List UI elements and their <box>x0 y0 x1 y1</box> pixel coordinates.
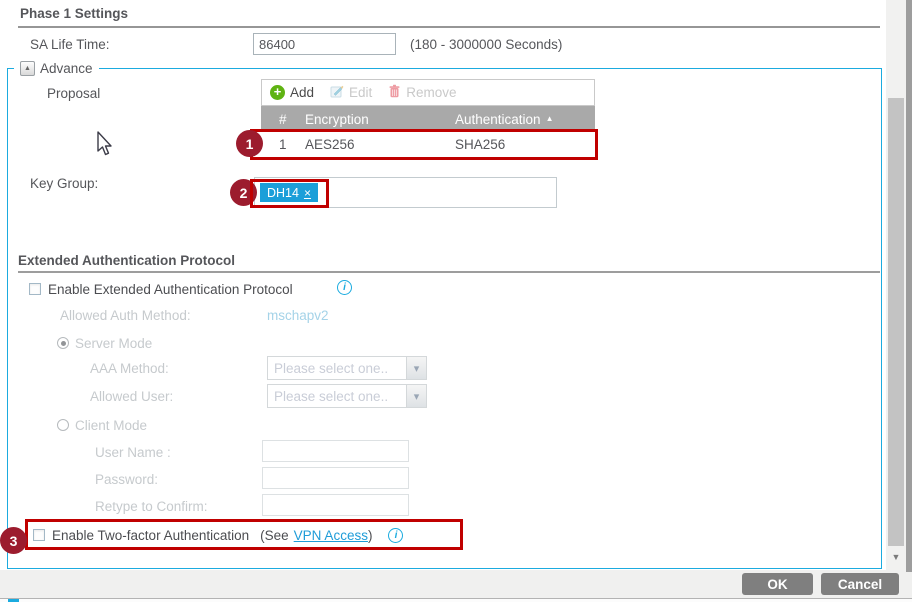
password-label: Password: <box>95 472 158 487</box>
enable-eap-checkbox[interactable] <box>29 283 41 295</box>
dialog-bottom-edge <box>0 598 912 602</box>
see-prefix-text: (See <box>260 528 289 543</box>
collapse-arrow-icon: ▲ <box>24 65 31 72</box>
phase1-settings-dialog: Phase 1 Settings SA Life Time: (180 - 30… <box>0 0 912 602</box>
allowed-user-selected-value: Please select one.. <box>268 389 406 404</box>
sort-ascending-icon: ▲ <box>546 115 554 123</box>
edit-pencil-icon <box>330 84 344 101</box>
annotation-badge-1: 1 <box>236 130 263 157</box>
aaa-method-select: Please select one.. ▾ <box>267 356 427 380</box>
user-name-input <box>262 440 409 462</box>
authentication-header-label: Authentication <box>455 112 541 127</box>
scrollbar-down-arrow-icon[interactable]: ▼ <box>886 547 906 567</box>
page-title: Phase 1 Settings <box>20 6 128 21</box>
eap-info-icon[interactable]: i <box>337 280 352 295</box>
scrollbar-thumb[interactable] <box>888 98 904 546</box>
dropdown-arrow-icon: ▾ <box>406 385 426 407</box>
allowed-auth-method-value: mschapv2 <box>267 308 329 323</box>
server-mode-label: Server Mode <box>75 336 152 351</box>
two-factor-label: Enable Two-factor Authentication <box>52 528 249 543</box>
sa-life-time-range-hint: (180 - 3000000 Seconds) <box>410 37 562 52</box>
allowed-user-select: Please select one.. ▾ <box>267 384 427 408</box>
user-name-label: User Name : <box>95 445 171 460</box>
server-mode-radio <box>57 337 69 349</box>
add-button[interactable]: + Add <box>270 85 314 100</box>
window-edge <box>906 0 912 572</box>
vpn-access-link[interactable]: VPN Access <box>294 528 368 543</box>
eap-divider <box>18 271 880 273</box>
allowed-auth-method-label: Allowed Auth Method: <box>60 308 191 323</box>
password-input <box>262 467 409 489</box>
column-header-authentication[interactable]: Authentication ▲ <box>455 112 595 127</box>
add-label: Add <box>290 85 314 100</box>
remove-trash-icon <box>388 84 401 101</box>
ok-button[interactable]: OK <box>742 573 813 595</box>
aaa-method-selected-value: Please select one.. <box>268 361 406 376</box>
edit-label: Edit <box>349 85 372 100</box>
client-mode-radio <box>57 419 69 431</box>
advance-label: Advance <box>40 61 93 76</box>
enable-eap-label: Enable Extended Authentication Protocol <box>48 282 293 297</box>
annotation-box-2 <box>250 179 329 208</box>
key-group-label: Key Group: <box>30 176 98 191</box>
collapse-advance-button[interactable]: ▲ <box>20 61 35 76</box>
edit-button: Edit <box>330 84 372 101</box>
client-mode-label: Client Mode <box>75 418 147 433</box>
cancel-button[interactable]: Cancel <box>821 573 899 595</box>
two-factor-info-icon[interactable]: i <box>388 528 403 543</box>
eap-section-title: Extended Authentication Protocol <box>18 253 235 268</box>
retype-confirm-input <box>262 494 409 516</box>
dropdown-arrow-icon: ▾ <box>406 357 426 379</box>
column-header-number[interactable]: # <box>279 112 305 127</box>
advance-legend: ▲ Advance <box>14 60 99 77</box>
sa-life-time-label: SA Life Time: <box>30 37 110 52</box>
add-icon: + <box>270 85 285 100</box>
two-factor-row: Enable Two-factor Authentication (See VP… <box>33 524 403 546</box>
remove-label: Remove <box>406 85 456 100</box>
allowed-user-label: Allowed User: <box>90 389 173 404</box>
enable-two-factor-checkbox[interactable] <box>33 529 45 541</box>
proposal-toolbar: + Add Edit Remove <box>261 79 595 106</box>
retype-confirm-label: Retype to Confirm: <box>95 499 208 514</box>
see-suffix-text: ) <box>368 528 373 543</box>
sa-life-time-input[interactable] <box>253 33 396 55</box>
column-header-encryption[interactable]: Encryption <box>305 112 455 127</box>
title-divider <box>18 26 880 28</box>
proposal-label: Proposal <box>47 86 100 101</box>
annotation-badge-3: 3 <box>0 527 27 554</box>
remove-button: Remove <box>388 84 456 101</box>
aaa-method-label: AAA Method: <box>90 361 169 376</box>
annotation-box-1 <box>250 129 598 160</box>
